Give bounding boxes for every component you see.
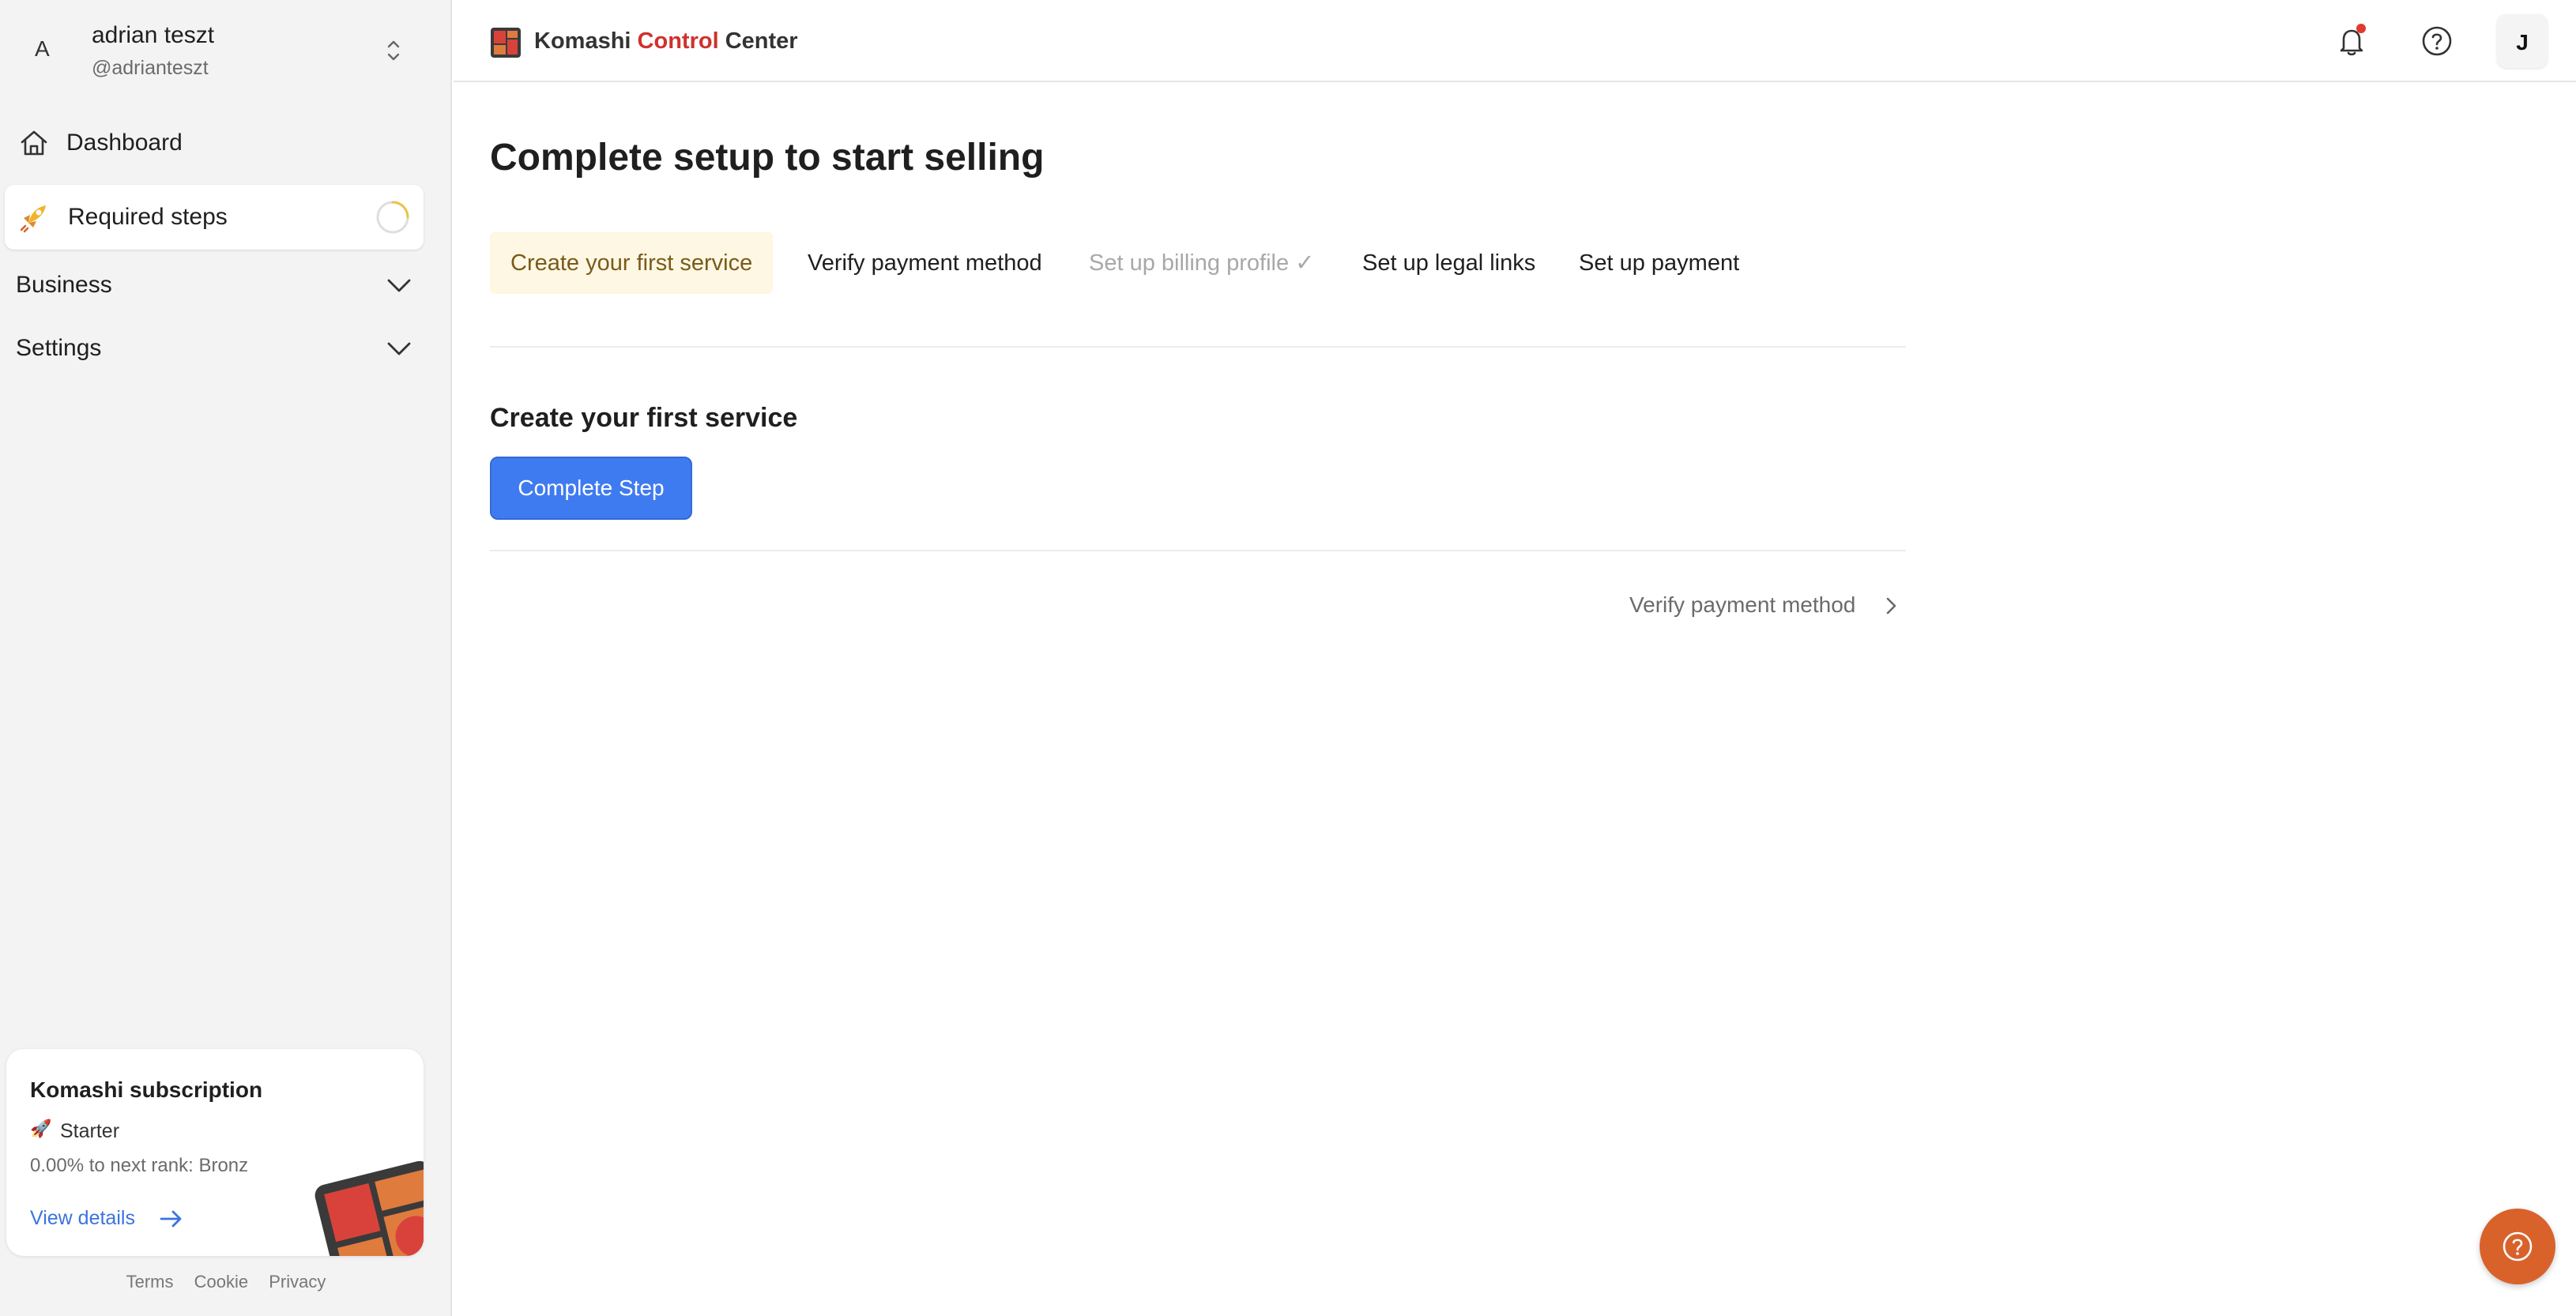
tab-set-up-legal-links[interactable]: Set up legal links [1362,232,1535,294]
brand-title: Komashi Control Center [534,28,798,54]
help-icon [2503,1231,2533,1261]
chevron-up-down-icon[interactable] [382,36,405,65]
top-header: Komashi Control Center J [454,0,2576,82]
account-name: adrian teszt [92,22,215,48]
next-step-link[interactable]: Verify payment method [1629,592,1855,618]
sidebar-section-label: Business [16,272,112,298]
sidebar: A adrian teszt @adrianteszt Dashboard Re… [0,0,452,1316]
subscription-rank-progress: 0.00% to next rank: Bronz [30,1155,249,1176]
arrow-right-icon[interactable] [158,1207,185,1231]
komashi-logo-decoration [314,1160,424,1256]
account-avatar: A [35,36,50,61]
view-details-link[interactable]: View details [30,1207,135,1230]
account-switcher[interactable]: A adrian teszt @adrianteszt [0,0,452,103]
page-title: Complete setup to start selling [490,137,1045,179]
user-menu-button[interactable]: J [2497,14,2548,68]
divider [490,550,1906,551]
cookie-link[interactable]: Cookie [194,1272,248,1292]
tab-set-up-payment[interactable]: Set up payment [1579,232,1739,294]
sidebar-item-dashboard[interactable]: Dashboard [5,111,424,175]
progress-ring-icon [376,201,409,234]
step-section-title: Create your first service [490,403,798,433]
help-icon[interactable] [2418,22,2456,60]
home-icon [21,130,47,156]
sidebar-item-required-steps[interactable]: Required steps [5,185,424,250]
subscription-plan: Starter [60,1120,120,1142]
chevron-down-icon [387,342,411,355]
divider [490,346,1906,348]
chevron-right-icon[interactable] [1881,594,1901,618]
komashi-logo-icon [491,28,521,58]
rocket-icon: 🚀 [30,1119,52,1138]
complete-step-button[interactable]: Complete Step [490,457,692,520]
support-help-button[interactable] [2480,1209,2555,1284]
sidebar-section-settings[interactable]: Settings [0,321,427,376]
tab-set-up-billing-profile[interactable]: Set up billing profile ✓ [1089,232,1314,294]
sidebar-section-label: Settings [16,335,102,361]
terms-link[interactable]: Terms [126,1272,174,1292]
sidebar-item-label: Dashboard [66,130,183,156]
privacy-link[interactable]: Privacy [269,1272,326,1292]
tab-verify-payment-method[interactable]: Verify payment method [808,232,1042,294]
subscription-card: Komashi subscription 🚀 Starter 0.00% to … [6,1049,424,1256]
notification-dot [2356,24,2366,33]
chevron-down-icon [387,279,411,292]
sidebar-item-label: Required steps [68,204,228,230]
subscription-title: Komashi subscription [30,1077,263,1102]
tab-create-first-service[interactable]: Create your first service [490,232,774,294]
user-avatar: J [2516,30,2529,55]
rocket-icon [20,205,46,233]
sidebar-section-business[interactable]: Business [0,258,427,313]
account-handle: @adrianteszt [92,57,209,79]
footer-links: Terms Cookie Privacy [0,1272,452,1292]
